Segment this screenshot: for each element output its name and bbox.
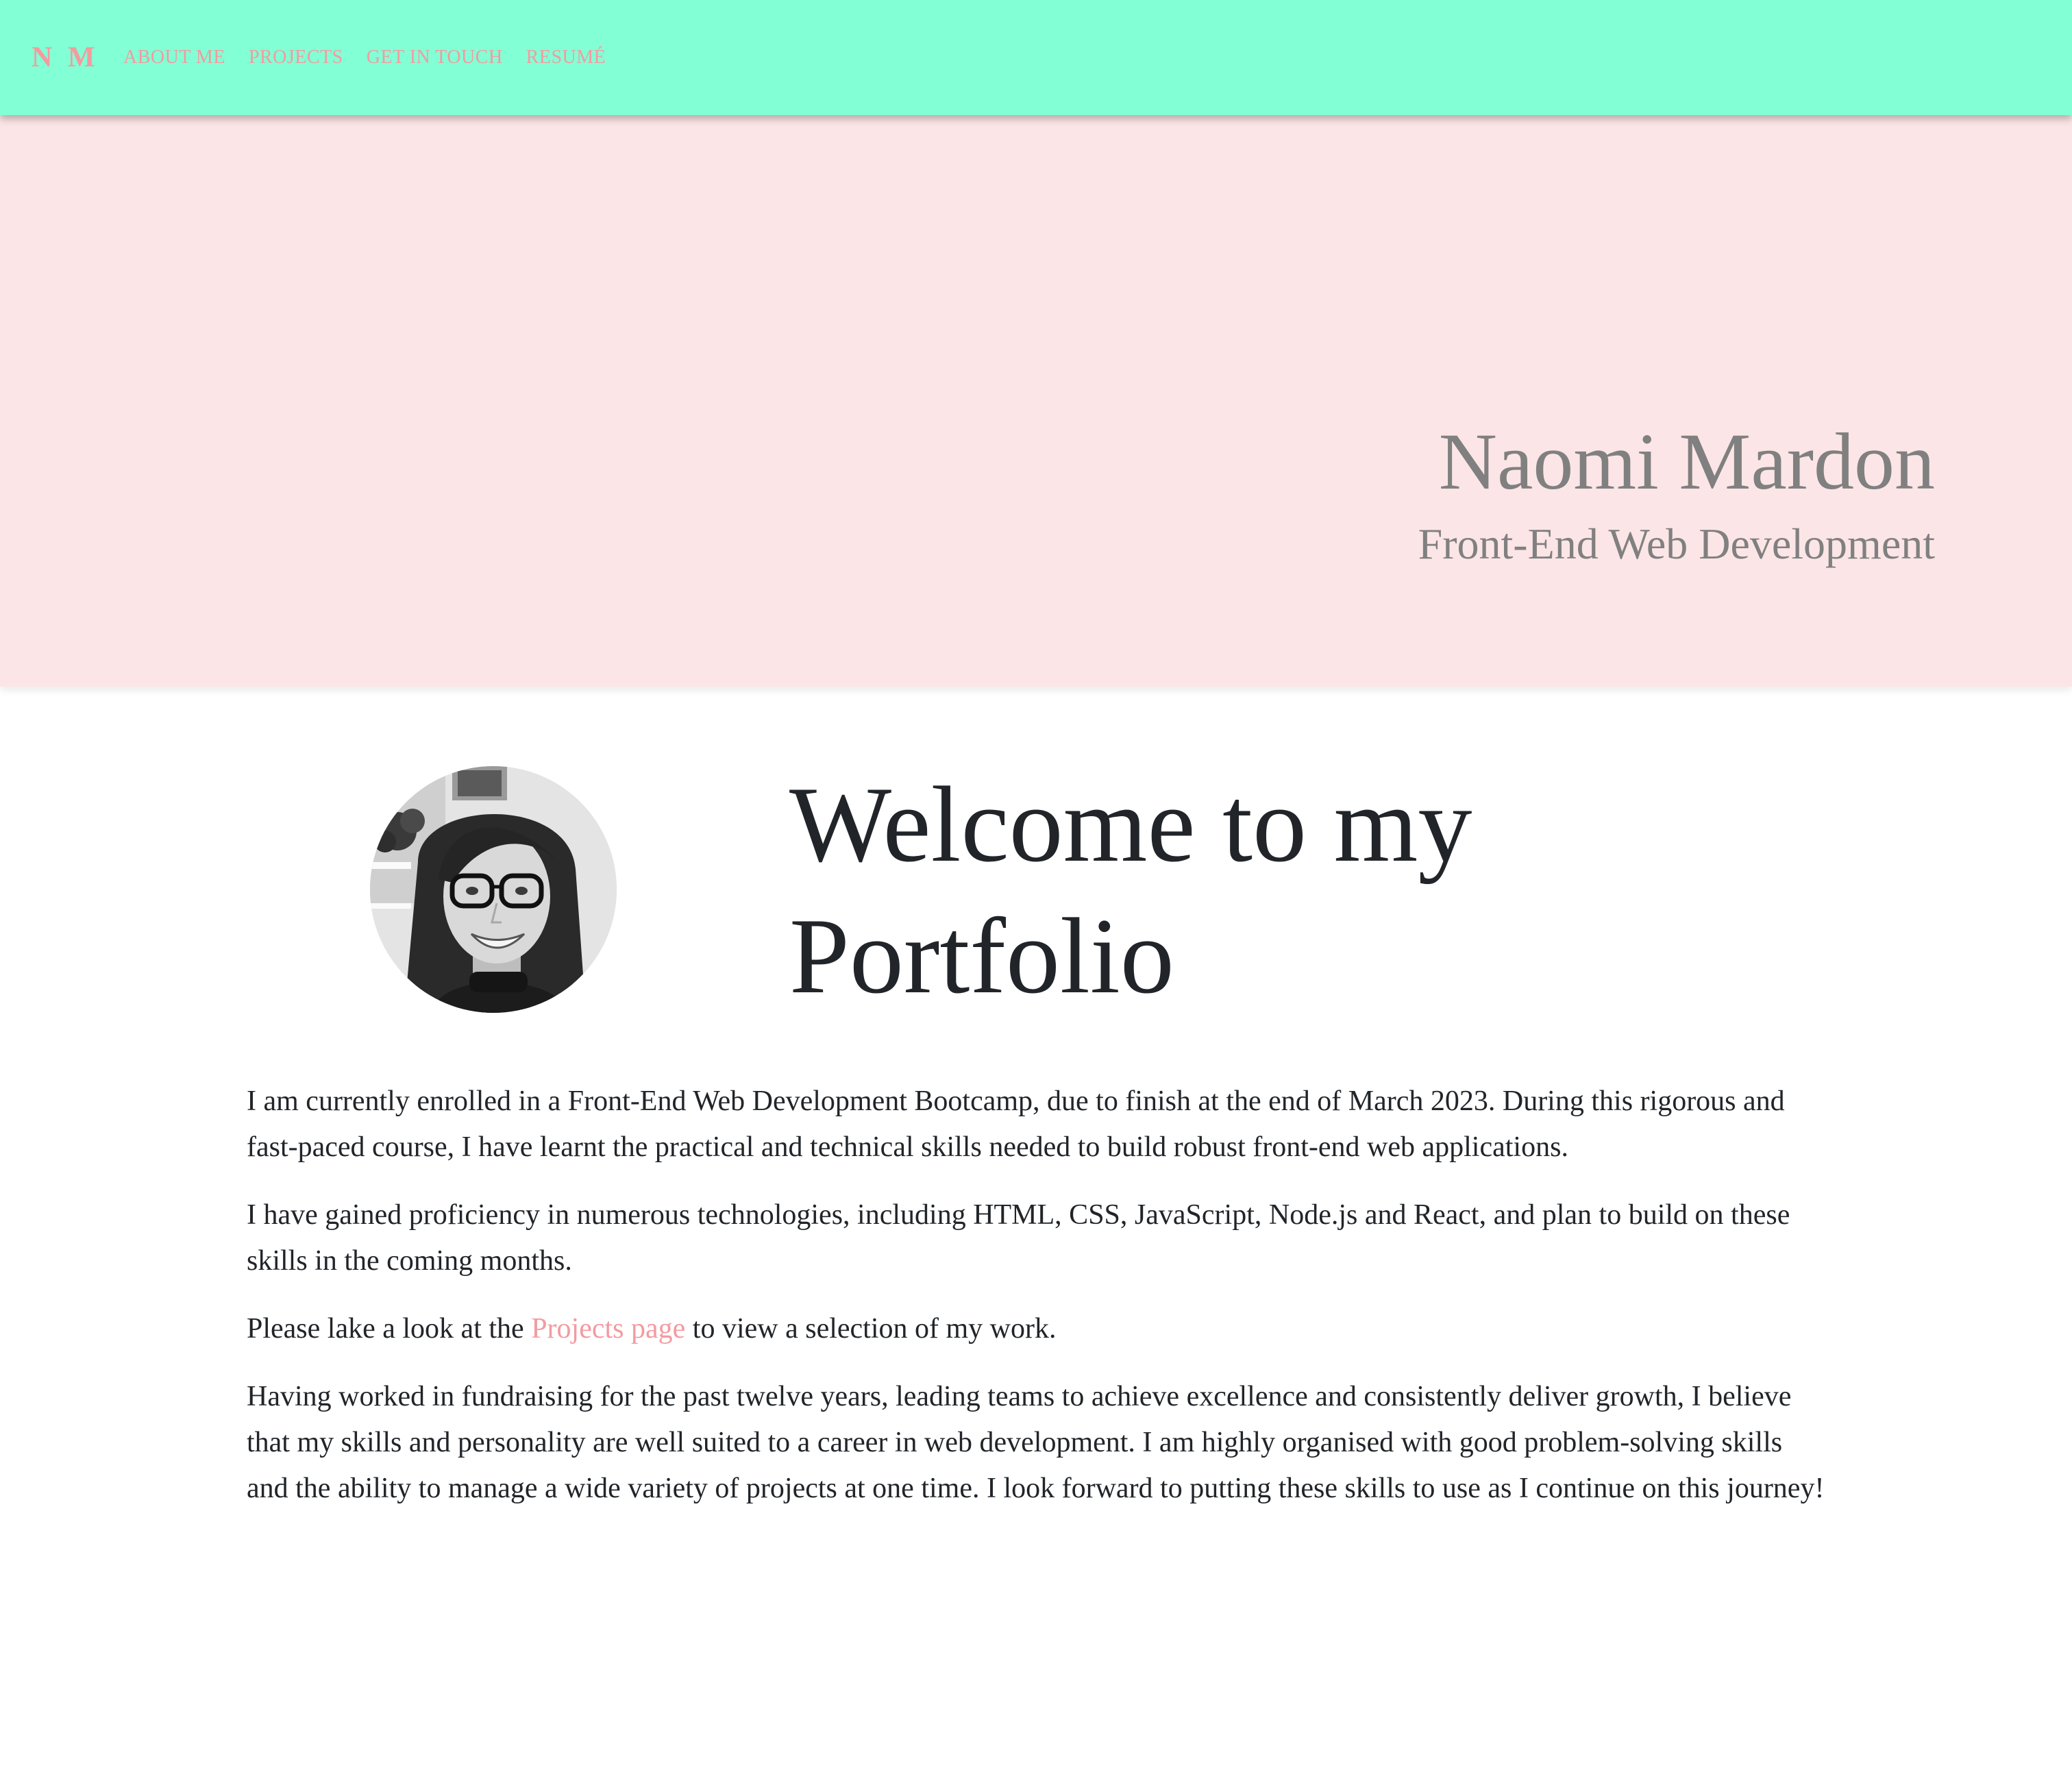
hero-subtitle: Front-End Web Development <box>1418 519 1935 568</box>
navbar: N M ABOUT ME PROJECTS GET IN TOUCH RESUM… <box>0 0 2072 115</box>
about-content: I am currently enrolled in a Front-End W… <box>247 1079 1829 1534</box>
about-paragraph-fundraising: Having worked in fundraising for the pas… <box>247 1381 1825 1504</box>
nav-link-projects[interactable]: PROJECTS <box>249 45 343 70</box>
welcome-heading: Welcome to my Portfolio <box>789 765 1472 1016</box>
about-paragraph-technologies: I have gained proficiency in numerous te… <box>247 1199 1790 1277</box>
profile-photo <box>370 766 617 1013</box>
nav-links: ABOUT ME PROJECTS GET IN TOUCH RESUMÉ <box>123 45 606 70</box>
nav-link-resume[interactable]: RESUMÉ <box>526 45 606 70</box>
brand-logo-link[interactable]: N M <box>32 40 99 75</box>
projects-page-link[interactable]: Projects page <box>531 1313 685 1345</box>
about-paragraph-bootcamp: I am currently enrolled in a Front-End W… <box>247 1085 1785 1163</box>
nav-link-about-me[interactable]: ABOUT ME <box>123 45 225 70</box>
nav-link-get-in-touch[interactable]: GET IN TOUCH <box>367 45 503 70</box>
projects-text-before: Please lake a look at the <box>247 1313 532 1345</box>
hero-name: Naomi Mardon <box>1438 417 1935 506</box>
about-paragraph-projects: Please lake a look at the Projects page … <box>247 1306 1829 1352</box>
projects-text-after: to view a selection of my work. <box>685 1313 1057 1345</box>
hero-banner: Naomi Mardon Front-End Web Development <box>0 115 2072 687</box>
